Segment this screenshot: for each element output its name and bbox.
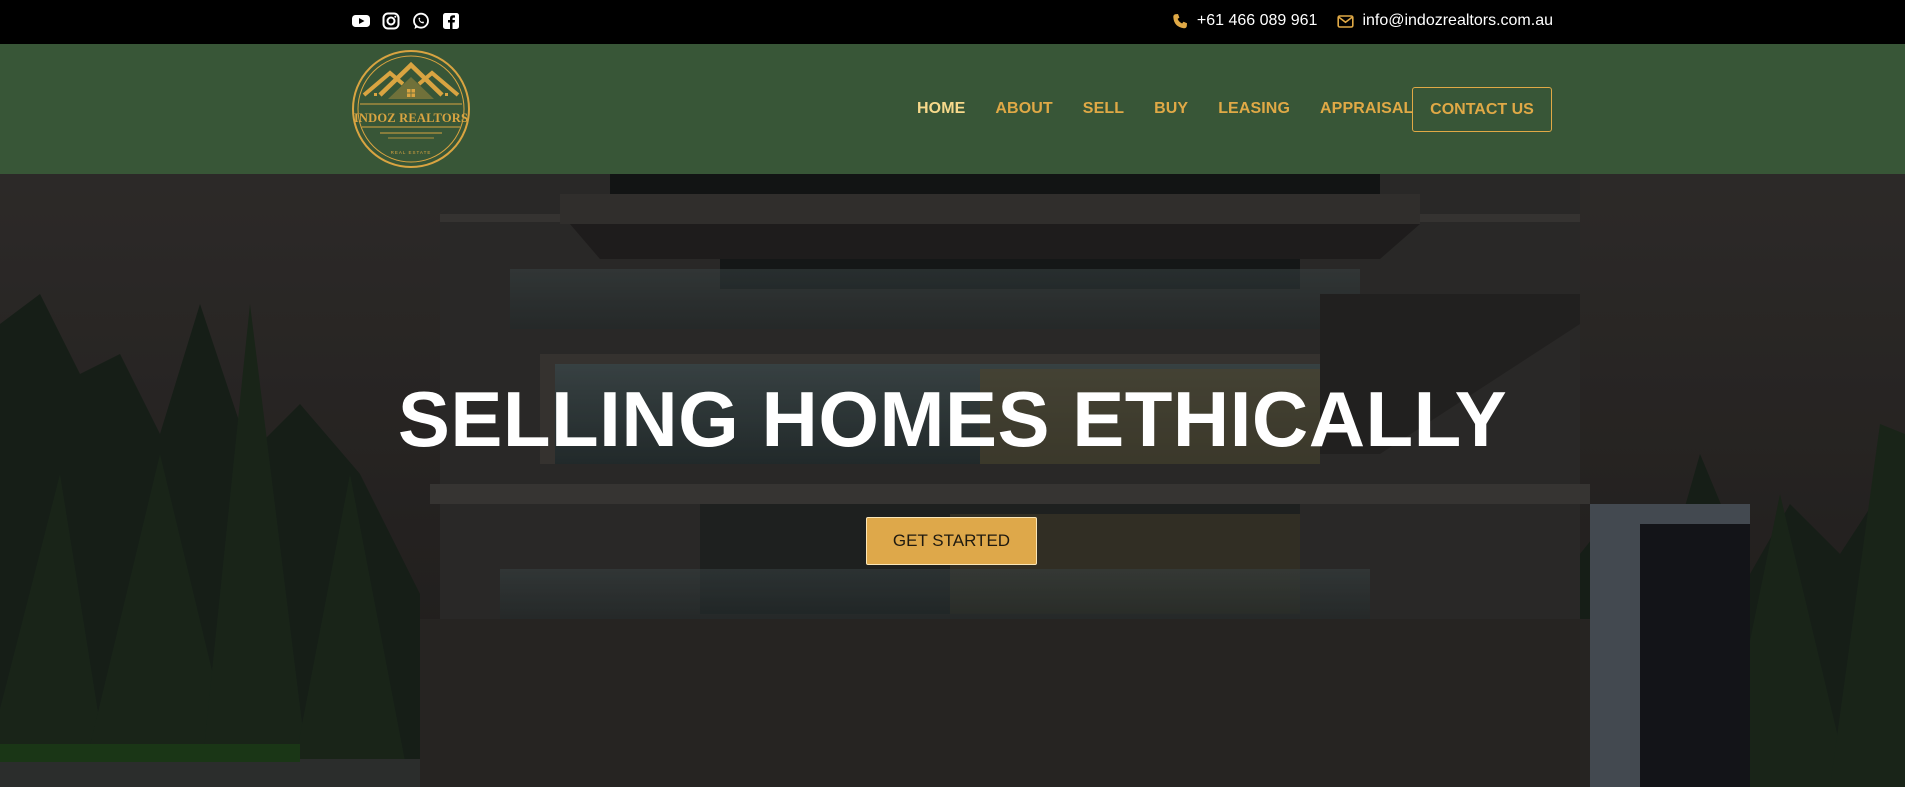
nav-leasing[interactable]: LEASING: [1218, 100, 1290, 118]
nav-appraisal[interactable]: APPRAISAL: [1320, 100, 1413, 118]
nav-buy[interactable]: BUY: [1154, 100, 1188, 118]
nav-home[interactable]: HOME: [917, 100, 965, 118]
hero-background-image: [0, 174, 1905, 787]
hero-section: SELLING HOMES ETHICALLY GET STARTED: [0, 174, 1905, 787]
youtube-icon[interactable]: [352, 12, 370, 30]
email-contact[interactable]: info@indozrealtors.com.au: [1337, 11, 1553, 31]
phone-icon: [1173, 13, 1187, 28]
get-started-button[interactable]: GET STARTED: [866, 517, 1037, 565]
main-nav: HOME ABOUT SELL BUY LEASING APPRAISAL: [917, 44, 1443, 174]
facebook-icon[interactable]: [442, 12, 460, 30]
site-logo[interactable]: INDOZ REALTORS REAL ESTATE: [350, 49, 472, 169]
contact-us-button[interactable]: CONTACT US: [1412, 87, 1552, 132]
contact-info: +61 466 089 961 info@indozrealtors.com.a…: [1172, 11, 1553, 31]
phone-number: +61 466 089 961: [1196, 12, 1318, 29]
email-address: info@indozrealtors.com.au: [1362, 12, 1553, 29]
hero-title: SELLING HOMES ETHICALLY: [397, 375, 1508, 463]
phone-contact[interactable]: +61 466 089 961: [1172, 11, 1318, 31]
logo-name: INDOZ REALTORS: [353, 111, 469, 125]
logo-tagline: REAL ESTATE: [390, 150, 432, 155]
top-bar: +61 466 089 961 info@indozrealtors.com.a…: [0, 0, 1905, 44]
envelope-icon: [1337, 14, 1355, 28]
social-links: [352, 12, 460, 30]
instagram-icon[interactable]: [382, 12, 400, 30]
nav-sell[interactable]: SELL: [1083, 100, 1124, 118]
main-header: INDOZ REALTORS REAL ESTATE HOME ABOUT SE…: [0, 44, 1905, 174]
nav-about[interactable]: ABOUT: [995, 100, 1052, 118]
whatsapp-icon[interactable]: [412, 12, 430, 30]
